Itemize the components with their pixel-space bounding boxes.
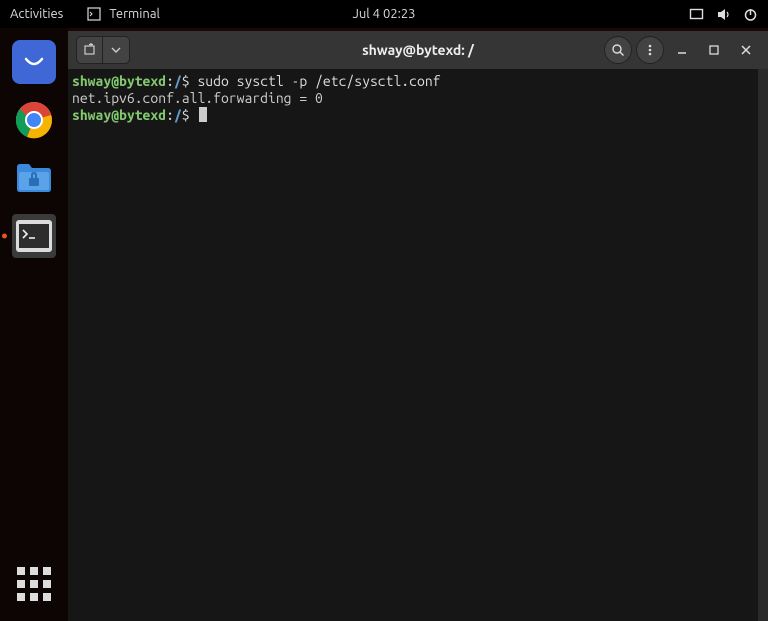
dock-icon-files[interactable]	[12, 156, 56, 200]
maximize-button[interactable]	[700, 36, 728, 64]
new-tab-button-group	[76, 36, 130, 64]
terminal-window: shway@bytexd: / shway@bytexd:/$ sudo sys…	[68, 31, 768, 621]
kebab-menu-icon	[643, 43, 657, 57]
search-button[interactable]	[604, 36, 632, 64]
screen-icon[interactable]	[689, 7, 704, 22]
dock-icon-chrome[interactable]	[12, 98, 56, 142]
window-title: shway@bytexd: /	[362, 42, 474, 58]
window-titlebar: shway@bytexd: /	[68, 31, 768, 69]
search-icon	[611, 43, 625, 57]
menu-button[interactable]	[636, 36, 664, 64]
terminal-line: shway@bytexd:/$	[72, 107, 764, 124]
minimize-button[interactable]	[668, 36, 696, 64]
maximize-icon	[708, 44, 720, 56]
terminal-line: shway@bytexd:/$ sudo sysctl -p /etc/sysc…	[72, 73, 764, 90]
dock	[0, 28, 68, 621]
dock-running-indicator	[2, 234, 7, 239]
dock-icon-gnome-help[interactable]	[12, 40, 56, 84]
new-tab-button[interactable]	[77, 37, 103, 63]
dock-icon-terminal[interactable]	[12, 214, 56, 258]
activities-button[interactable]: Activities	[10, 7, 63, 21]
terminal-body[interactable]: shway@bytexd:/$ sudo sysctl -p /etc/sysc…	[68, 69, 768, 621]
topbar-app-label: Terminal	[109, 7, 160, 21]
topbar-clock[interactable]: Jul 4 02:23	[352, 7, 415, 21]
scrollbar[interactable]	[758, 69, 768, 621]
minimize-icon	[676, 44, 688, 56]
chevron-down-icon	[111, 47, 121, 53]
new-tab-icon	[83, 43, 97, 57]
topbar-app-menu[interactable]: Terminal	[87, 7, 160, 21]
terminal-line: net.ipv6.conf.all.forwarding = 0	[72, 90, 764, 107]
terminal-icon	[87, 7, 101, 21]
gnome-topbar: Activities Terminal Jul 4 02:23	[0, 0, 768, 28]
new-tab-menu-button[interactable]	[103, 37, 129, 63]
close-button[interactable]	[732, 36, 760, 64]
cursor	[199, 107, 207, 122]
close-icon	[740, 44, 752, 56]
show-applications-button[interactable]	[0, 567, 68, 601]
volume-icon[interactable]	[716, 7, 731, 22]
power-icon[interactable]	[743, 7, 758, 22]
